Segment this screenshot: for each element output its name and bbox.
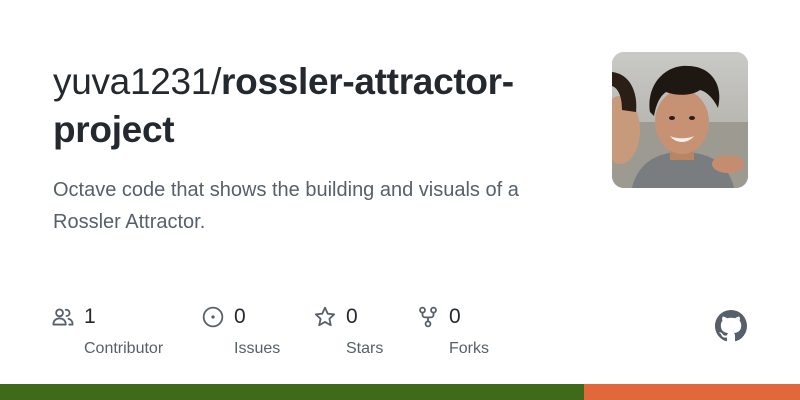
- people-icon: [52, 306, 74, 328]
- forks-label: Forks: [449, 340, 489, 357]
- repo-title[interactable]: yuva1231/rossler-attractor-project: [53, 58, 573, 154]
- avatar-photo: [612, 52, 748, 188]
- issues-stat[interactable]: 0 Issues: [202, 302, 280, 362]
- language-bar-segment-1: [0, 384, 584, 400]
- repo-forked-icon: [417, 306, 439, 328]
- contributors-label: Contributor: [84, 340, 164, 357]
- language-bar: [0, 384, 800, 400]
- stars-count: 0: [346, 305, 358, 328]
- issues-count: 0: [234, 305, 246, 328]
- language-bar-segment-2: [584, 384, 800, 400]
- issues-label: Issues: [234, 340, 281, 357]
- repo-description: Octave code that shows the building and …: [53, 179, 519, 233]
- stars-label: Stars: [346, 340, 384, 357]
- owner-avatar[interactable]: [612, 52, 748, 188]
- github-mark-icon[interactable]: [715, 310, 747, 342]
- social-preview-card: yuva1231/rossler-attractor-project Octav…: [0, 0, 800, 400]
- contributors-stat[interactable]: 1 Contributor: [52, 302, 163, 362]
- repo-owner[interactable]: yuva1231/: [53, 61, 221, 102]
- forks-stat[interactable]: 0 Forks: [417, 302, 489, 362]
- star-icon: [314, 306, 336, 328]
- stars-stat[interactable]: 0 Stars: [314, 302, 383, 362]
- issue-opened-icon: [202, 306, 224, 328]
- contributors-count: 1: [84, 305, 96, 328]
- forks-count: 0: [449, 305, 461, 328]
